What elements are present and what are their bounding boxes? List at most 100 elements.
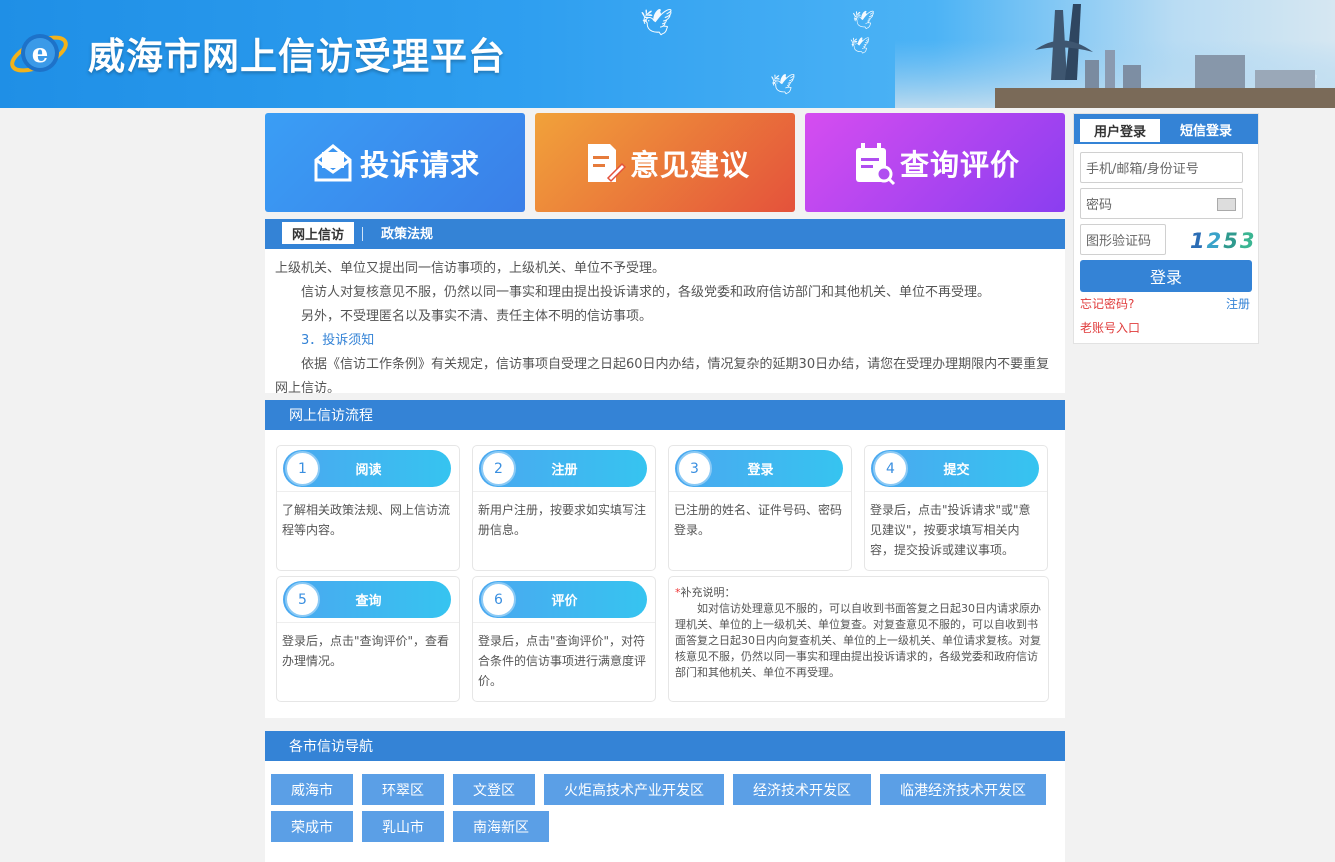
dove-icon: 🕊 [640,8,674,38]
notice-body: 上级机关、单位又提出同一信访事项的，上级机关、单位不予受理。 信访人对复核意见不… [265,249,1065,393]
nav-link-huancui[interactable]: 环翠区 [362,774,444,805]
step-number: 1 [285,451,320,486]
step-description: 已注册的姓名、证件号码、密码登录。 [674,503,843,537]
petition-process-panel: 网上信访流程 1 阅读 了解相关政策法规、网上信访流程等内容。 2 注册 新用户… [265,400,1065,718]
login-button[interactable]: 登录 [1080,260,1252,292]
notice-line: 另外，不受理匿名以及事实不清、责任主体不明的信访事项。 [301,309,653,324]
step-number: 2 [481,451,516,486]
step-header: 2 注册 [479,450,647,487]
nav-title: 各市信访导航 [265,731,1065,761]
notice-line: 信访人对复核意见不服，仍然以同一事实和理由提出投诉请求的，各级党委和政府信访部门… [301,285,991,300]
captcha-image[interactable]: 1253 [1190,229,1257,253]
tab-divider [362,227,364,241]
step-header: 1 阅读 [283,450,451,487]
step-description: 登录后，点击"查询评价"，查看办理情况。 [282,634,450,668]
supplement-label: *补充说明： [675,585,1042,601]
step-description: 了解相关政策法规、网上信访流程等内容。 [282,503,451,537]
nav-link-wendeng[interactable]: 文登区 [453,774,535,805]
query-evaluate-card[interactable]: 查询评价 [805,113,1065,212]
tab-policy-regulations[interactable]: 政策法规 [371,219,443,249]
dove-icon: 🕊 [770,72,796,96]
tab-user-login[interactable]: 用户登录 [1080,119,1160,144]
password-placeholder: 密码 [1086,198,1113,213]
notice-panel: 网上信访 政策法规 上级机关、单位又提出同一信访事项的，上级机关、单位不予受理。… [265,219,1065,393]
nav-link-economic-dev[interactable]: 经济技术开发区 [733,774,871,805]
step-card-read: 1 阅读 了解相关政策法规、网上信访流程等内容。 [276,445,460,571]
divider [473,622,655,623]
password-input[interactable]: 密码 [1080,188,1243,219]
ie-e-logo-icon: e [10,34,68,73]
envelope-icon [314,143,352,181]
city-navigation-panel: 各市信访导航 威海市 环翠区 文登区 火炬高技术产业开发区 经济技术开发区 临港… [265,731,1065,862]
notice-heading: 3．投诉须知 [301,333,375,348]
card-label: 投诉请求 [359,147,480,182]
captcha-char: 3 [1239,229,1257,253]
calendar-search-icon [855,142,896,185]
city-skyline-illustration [895,4,1335,108]
tab-sms-login[interactable]: 短信登录 [1160,114,1252,144]
supplement-note: *补充说明： 如对信访处理意见不服的，可以自收到书面答复之日起30日内请求原办理… [668,576,1049,702]
header-banner: e 威海市网上信访受理平台 🕊 🕊 🕊 🕊 🕊 [0,0,1335,108]
nav-link-rushan[interactable]: 乳山市 [362,811,444,842]
step-card-query: 5 查询 登录后，点击"查询评价"，查看办理情况。 [276,576,460,702]
captcha-char: 1 [1190,229,1207,253]
step-header: 6 评价 [479,581,647,618]
captcha-char: 2 [1206,229,1224,253]
nav-link-lingang[interactable]: 临港经济技术开发区 [880,774,1046,805]
step-header: 5 查询 [283,581,451,618]
captcha-char: 5 [1223,229,1240,253]
complaint-request-card[interactable]: 投诉请求 [265,113,525,212]
keyboard-icon[interactable] [1217,198,1236,211]
step-title: 阅读 [355,463,382,478]
tab-online-petition[interactable]: 网上信访 [282,222,355,246]
step-title: 登录 [747,463,774,478]
register-link[interactable]: 注册 [1226,295,1250,312]
supplement-label-text: 补充说明： [680,586,736,599]
notice-line: 上级机关、单位又提出同一信访事项的，上级机关、单位不予受理。 [275,261,666,276]
step-card-submit: 4 提交 登录后，点击"投诉请求"或"意见建议"，按要求填写相关内容，提交投诉或… [864,445,1048,571]
forgot-password-link[interactable]: 忘记密码? [1080,295,1134,312]
step-number: 3 [677,451,712,486]
step-number: 6 [481,582,516,617]
old-account-link[interactable]: 老账号入口 [1080,319,1140,336]
site-title: 威海市网上信访受理平台 [88,35,506,78]
dove-icon: 🕊 [850,36,871,55]
notice-line: 依据《信访工作条例》有关规定，信访事项自受理之日起60日内办结，情况复杂的延期3… [275,357,1050,393]
document-pen-icon [587,143,626,182]
step-title: 注册 [551,463,578,478]
step-title: 评价 [551,594,578,609]
notice-tabs: 网上信访 政策法规 [265,219,1065,249]
login-box: 用户登录 短信登录 手机/邮箱/身份证号 密码 图形验证码 1253 登录 忘记… [1073,113,1259,344]
svg-text:e: e [32,39,49,69]
captcha-input[interactable]: 图形验证码 [1080,224,1166,255]
step-header: 4 提交 [871,450,1039,487]
nav-link-torch-hitech[interactable]: 火炬高技术产业开发区 [544,774,724,805]
supplement-text: 如对信访处理意见不服的，可以自收到书面答复之日起30日内请求原办理机关、单位的上… [675,602,1041,679]
card-label: 查询评价 [899,147,1020,182]
dove-icon: 🕊 [852,10,875,31]
step-number: 4 [873,451,908,486]
divider [277,622,459,623]
step-description: 登录后，点击"投诉请求"或"意见建议"，按要求填写相关内容，提交投诉或建议事项。 [870,503,1031,557]
step-card-evaluate: 6 评价 登录后，点击"查询评价"，对符合条件的信访事项进行满意度评价。 [472,576,656,702]
divider [277,491,459,492]
step-title: 查询 [355,594,382,609]
divider [865,491,1047,492]
nav-link-nanhai[interactable]: 南海新区 [453,811,549,842]
divider [669,491,851,492]
step-card-login: 3 登录 已注册的姓名、证件号码、密码登录。 [668,445,852,571]
login-tabs: 用户登录 短信登录 [1074,114,1258,144]
divider [473,491,655,492]
step-number: 5 [285,582,320,617]
opinion-suggestion-card[interactable]: 意见建议 [535,113,795,212]
nav-link-rongcheng[interactable]: 荣成市 [271,811,353,842]
account-input[interactable]: 手机/邮箱/身份证号 [1080,152,1243,183]
step-header: 3 登录 [675,450,843,487]
card-label: 意见建议 [629,147,750,182]
nav-link-weihai[interactable]: 威海市 [271,774,353,805]
step-description: 登录后，点击"查询评价"，对符合条件的信访事项进行满意度评价。 [478,634,647,688]
step-title: 提交 [943,463,970,478]
process-title: 网上信访流程 [265,400,1065,430]
step-description: 新用户注册，按要求如实填写注册信息。 [478,503,647,537]
step-card-register: 2 注册 新用户注册，按要求如实填写注册信息。 [472,445,656,571]
